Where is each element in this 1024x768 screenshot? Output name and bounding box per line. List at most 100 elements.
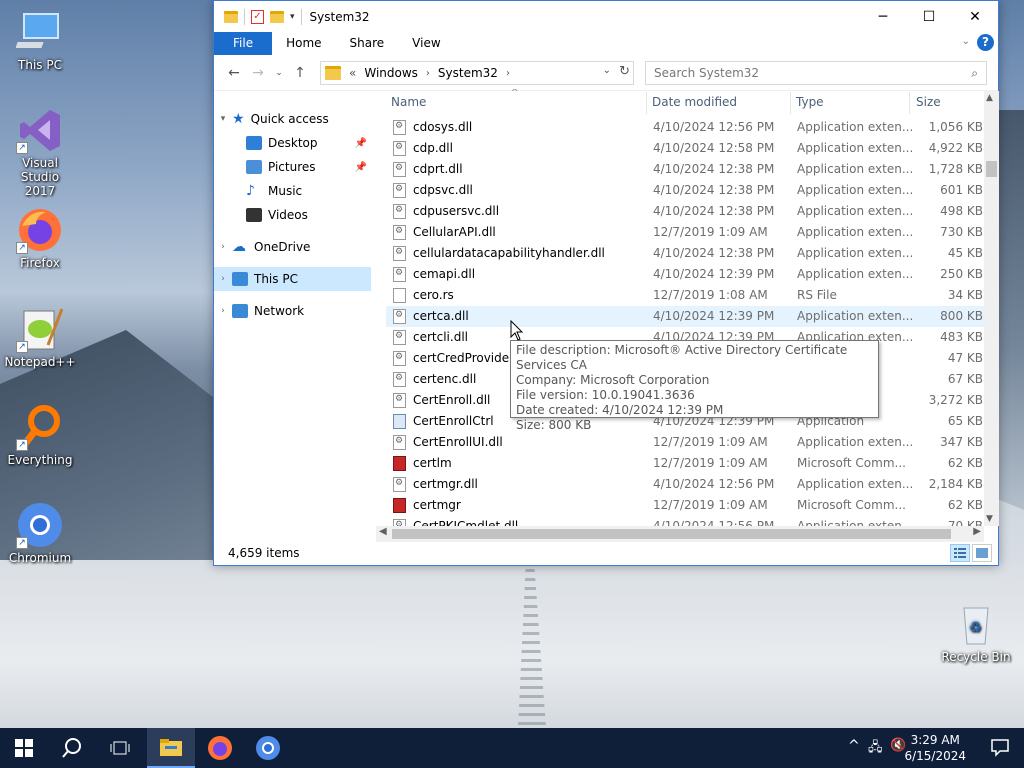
start-button[interactable] [0, 728, 48, 768]
table-row[interactable]: certmgr.dll 4/10/2024 12:56 PM Application… [386, 474, 984, 495]
tab-view[interactable]: View [398, 32, 454, 55]
maximize-button[interactable]: ☐ [906, 1, 952, 32]
tab-share[interactable]: Share [336, 32, 399, 55]
vertical-scroll-thumb[interactable] [986, 161, 997, 177]
forward-button[interactable]: → [246, 65, 270, 81]
expand-arrow-icon[interactable]: › [214, 306, 232, 316]
scroll-down-icon[interactable]: ▼ [986, 514, 993, 524]
desktop-icon-notepad-plus-plus[interactable]: ↗ Notepad++ [0, 305, 80, 369]
notifications-icon[interactable] [990, 737, 1010, 760]
scroll-right-icon[interactable]: ▶ [973, 526, 981, 537]
table-row[interactable]: cero.rs 12/7/2019 1:08 AM RS File 34 KB [386, 285, 984, 306]
new-folder-icon[interactable] [270, 10, 284, 23]
column-header-name[interactable]: Name [391, 95, 426, 109]
file-list[interactable]: ^ Name Date modified Type Size cdosys.dl… [386, 89, 984, 529]
nav-item-desktop[interactable]: Desktop 📌 [214, 131, 371, 155]
nav-item-videos[interactable]: Videos [214, 203, 371, 227]
column-divider[interactable] [646, 92, 647, 114]
table-row[interactable]: certlm 12/7/2019 1:09 AM Microsoft Comm...… [386, 453, 984, 474]
nav-item-this-pc[interactable]: › This PC [214, 267, 371, 291]
nav-item-music[interactable]: ♪ Music [214, 179, 371, 203]
address-overflow[interactable]: « [349, 66, 356, 80]
table-row[interactable]: cellulardatacapabilityhandler.dll 4/10/20… [386, 243, 984, 264]
up-button[interactable]: ↑ [288, 65, 312, 81]
expand-arrow-icon[interactable]: › [214, 274, 232, 284]
desktop-icon-this-pc[interactable]: This PC [0, 8, 80, 72]
scroll-up-icon[interactable]: ▲ [986, 93, 993, 103]
file-size: 800 KB [940, 309, 983, 323]
minimize-button[interactable]: ─ [860, 1, 906, 32]
tab-home[interactable]: Home [272, 32, 335, 55]
customize-toolbar-icon[interactable]: ▾ [290, 12, 295, 22]
help-button[interactable]: ? [977, 34, 994, 51]
title-bar[interactable]: ✓ ▾ System32 ─ ☐ ✕ [214, 1, 998, 32]
address-dropdown-icon[interactable]: ⌄ [603, 65, 611, 76]
refresh-icon[interactable]: ↻ [619, 64, 630, 79]
table-row[interactable]: certca.dll 4/10/2024 12:39 PM Application … [386, 306, 984, 327]
column-divider[interactable] [909, 92, 910, 114]
taskbar-firefox[interactable] [196, 728, 244, 768]
chevron-right-icon[interactable]: › [426, 68, 430, 79]
desktop-icon-visual-studio[interactable]: ↗ Visual Studio 2017 [0, 106, 80, 198]
task-view-button[interactable] [96, 728, 144, 768]
file-date-modified: 4/10/2024 12:38 PM [653, 246, 775, 260]
search-box[interactable]: Search System32 ⌕ [645, 61, 987, 85]
properties-icon[interactable]: ✓ [251, 9, 264, 24]
table-row[interactable]: CertEnrollUI.dll 12/7/2019 1:09 AM Applica… [386, 432, 984, 453]
large-icons-view-button[interactable] [972, 544, 992, 562]
close-button[interactable]: ✕ [952, 1, 998, 32]
recent-locations-icon[interactable]: ⌄ [270, 68, 288, 78]
nav-item-pictures[interactable]: Pictures 📌 [214, 155, 371, 179]
network-status-icon[interactable]: 🖧 [868, 738, 883, 760]
desktop-icon-firefox[interactable]: ↗ Firefox [0, 206, 80, 270]
table-row[interactable]: cdpsvc.dll 4/10/2024 12:38 PM Application … [386, 180, 984, 201]
taskbar-chromium[interactable] [244, 728, 292, 768]
pin-icon[interactable]: 📌 [355, 138, 367, 149]
pin-icon[interactable]: 📌 [355, 162, 367, 173]
file-size: 250 KB [940, 267, 983, 281]
table-row[interactable]: cdprt.dll 4/10/2024 12:38 PM Application e… [386, 159, 984, 180]
horizontal-scrollbar[interactable]: ◀ ▶ [376, 526, 984, 542]
scroll-left-icon[interactable]: ◀ [379, 526, 387, 537]
column-header-date[interactable]: Date modified [652, 95, 737, 109]
desktop-icon-label: Recycle Bin [941, 650, 1011, 664]
table-row[interactable]: certmgr 12/7/2019 1:09 AM Microsoft Comm..… [386, 495, 984, 516]
desktop-icon-chromium[interactable]: ↗ Chromium [0, 501, 80, 565]
column-divider[interactable] [790, 92, 791, 114]
chevron-right-icon[interactable]: › [506, 68, 510, 79]
vertical-scrollbar[interactable]: ▲ ▼ [984, 91, 999, 526]
expand-arrow-icon[interactable]: › [214, 242, 232, 252]
nav-item-network[interactable]: › Network [214, 299, 371, 323]
table-row[interactable]: CellularAPI.dll 12/7/2019 1:09 AM Applicat… [386, 222, 984, 243]
file-explorer-window[interactable]: ✓ ▾ System32 ─ ☐ ✕ File Home Share View … [213, 0, 999, 566]
back-button[interactable]: ← [222, 65, 246, 81]
table-row[interactable]: cemapi.dll 4/10/2024 12:39 PM Application … [386, 264, 984, 285]
horizontal-scroll-thumb[interactable] [392, 529, 951, 539]
folder-icon[interactable] [224, 10, 238, 23]
column-header-size[interactable]: Size [916, 95, 941, 109]
breadcrumb-windows[interactable]: Windows [364, 66, 418, 80]
column-header-type[interactable]: Type [796, 95, 824, 109]
details-view-button[interactable] [950, 544, 970, 562]
show-hidden-icons-icon[interactable]: ^ [848, 738, 860, 754]
clock[interactable]: 3:29 AM 6/15/2024 [904, 732, 966, 764]
nav-item-quick-access[interactable]: ▾ ★ Quick access [214, 107, 371, 131]
desktop-icon-recycle-bin[interactable]: ♻ Recycle Bin [936, 600, 1016, 664]
folder-icon [325, 66, 341, 80]
expand-arrow-icon[interactable]: ▾ [214, 114, 232, 124]
table-row[interactable]: cdpusersvc.dll 4/10/2024 12:38 PM Applicat… [386, 201, 984, 222]
expand-ribbon-icon[interactable]: ⌄ [962, 36, 970, 47]
file-name: cellulardatacapabilityhandler.dll [413, 246, 605, 260]
address-bar[interactable]: « Windows › System32 › ⌄ ↻ [320, 61, 634, 85]
desktop-icon-everything[interactable]: ↗ Everything [0, 403, 80, 467]
taskbar-search-button[interactable] [48, 728, 96, 768]
table-row[interactable]: cdp.dll 4/10/2024 12:58 PM Application ext… [386, 138, 984, 159]
search-input[interactable]: Search System32 [654, 66, 759, 80]
table-row[interactable]: cdosys.dll 4/10/2024 12:56 PM Application … [386, 117, 984, 138]
file-size: 498 KB [940, 204, 983, 218]
taskbar-file-explorer[interactable] [147, 728, 195, 768]
tab-file[interactable]: File [214, 32, 273, 55]
nav-item-onedrive[interactable]: › ☁ OneDrive [214, 235, 371, 259]
breadcrumb-system32[interactable]: System32 [438, 66, 498, 80]
network-icon [232, 304, 248, 318]
